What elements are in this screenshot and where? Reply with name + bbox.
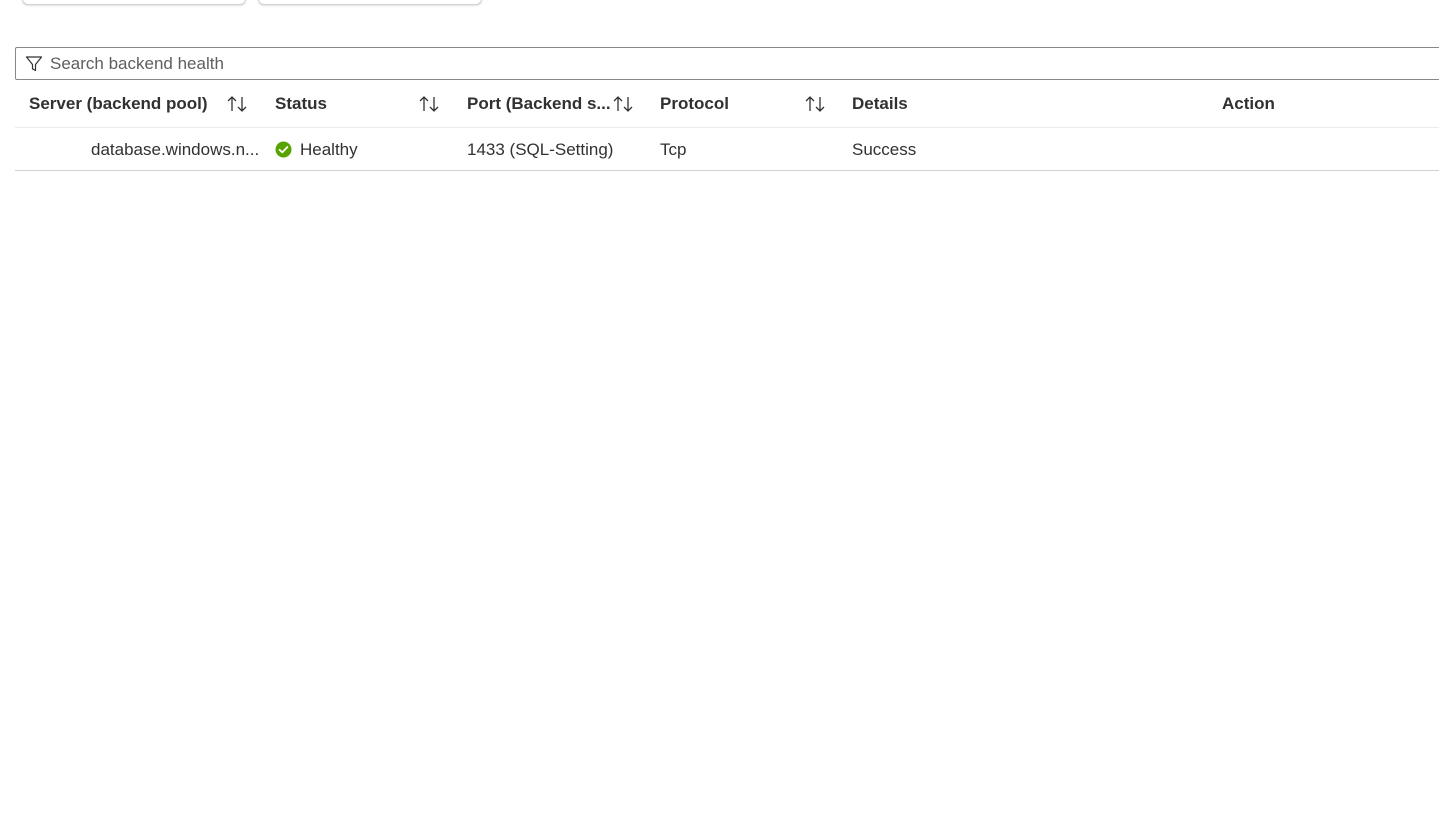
top-button-1[interactable] <box>22 0 246 5</box>
search-input[interactable] <box>50 53 650 74</box>
column-header-status[interactable]: Status <box>275 80 327 128</box>
cell-action <box>1222 128 1422 171</box>
column-header-details: Details <box>852 94 908 113</box>
sort-protocol-icon[interactable] <box>803 94 827 114</box>
cell-protocol: Tcp <box>660 139 687 159</box>
column-header-action: Action <box>1222 94 1275 113</box>
search-backend-health-box[interactable] <box>15 47 1439 80</box>
cell-details: Success <box>852 139 917 159</box>
filter-icon <box>24 54 44 74</box>
cell-status: Healthy <box>275 128 455 171</box>
cell-server: database.windows.n... <box>91 139 260 159</box>
sort-status-icon[interactable] <box>417 94 441 114</box>
sort-port-icon[interactable] <box>611 94 635 114</box>
top-button-2[interactable] <box>258 0 482 5</box>
status-label: Healthy <box>300 139 358 159</box>
table-row[interactable]: database.windows.n... Healthy 1433 (SQL-… <box>15 128 1439 171</box>
check-circle-icon <box>275 141 292 158</box>
cell-port: 1433 (SQL-Setting) <box>467 139 614 159</box>
column-header-port[interactable]: Port (Backend s... <box>467 80 611 128</box>
backend-health-grid: Server (backend pool) Status Port (Backe… <box>15 80 1439 171</box>
column-header-protocol[interactable]: Protocol <box>660 80 729 128</box>
column-header-server[interactable]: Server (backend pool) <box>29 80 208 128</box>
grid-header: Server (backend pool) Status Port (Backe… <box>15 80 1439 128</box>
sort-server-icon[interactable] <box>225 94 249 114</box>
